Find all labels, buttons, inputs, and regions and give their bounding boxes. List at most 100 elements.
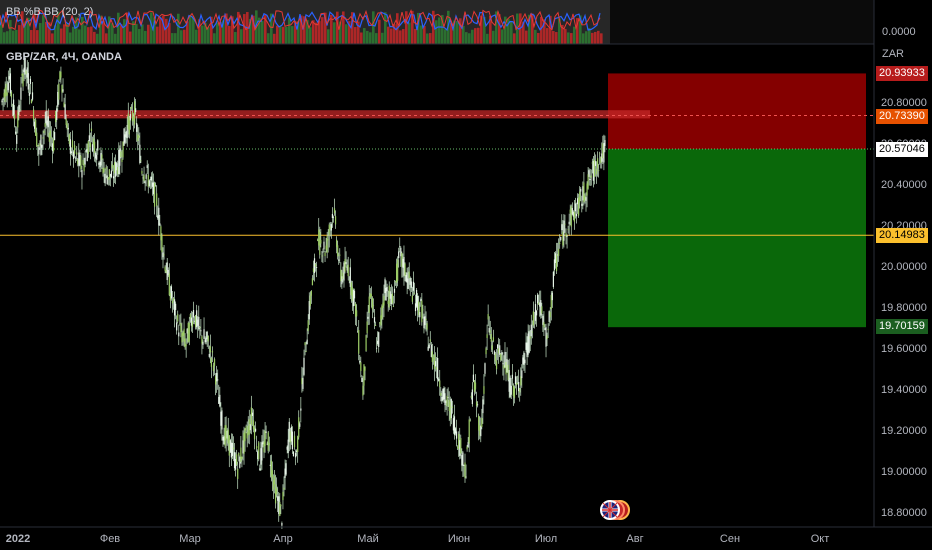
candle-body xyxy=(89,142,91,148)
candle-body xyxy=(282,491,284,501)
candle-body xyxy=(138,135,140,138)
price-tick-label: 19.80000 xyxy=(881,302,927,314)
stop-zone[interactable] xyxy=(608,149,866,328)
candle-body xyxy=(166,262,168,281)
candle-body xyxy=(468,419,470,444)
candle-body xyxy=(515,383,518,386)
candle-body xyxy=(182,331,184,336)
indicator-bar xyxy=(30,30,33,44)
candle-body xyxy=(347,264,349,277)
time-tick-label: Апр xyxy=(273,533,292,545)
candle-body xyxy=(192,310,195,318)
candle-body xyxy=(480,426,482,437)
indicator-bar xyxy=(381,32,384,44)
candle-body xyxy=(541,306,543,314)
candle-body xyxy=(467,442,469,448)
candle-body xyxy=(502,363,504,365)
candle-body xyxy=(61,85,63,93)
candle-body xyxy=(406,272,408,283)
symbol-legend[interactable]: GBP/ZAR, 4Ч, OANDA xyxy=(6,51,122,63)
candle-body xyxy=(447,397,449,398)
candle-body xyxy=(517,383,519,385)
candle-body xyxy=(223,436,225,445)
candle-body xyxy=(423,316,425,329)
candle-body xyxy=(328,224,330,236)
candle-body xyxy=(388,285,390,308)
candle-body xyxy=(200,330,202,332)
candle-body xyxy=(500,353,502,361)
candle-body xyxy=(176,322,178,331)
candle-body xyxy=(419,312,421,318)
candle-body xyxy=(104,173,106,184)
candle-body xyxy=(410,281,412,288)
indicator-bar xyxy=(15,29,18,44)
candle-body xyxy=(498,348,500,354)
candle-body xyxy=(85,149,87,152)
candle-body xyxy=(489,330,491,333)
candle-body xyxy=(432,358,435,360)
candle-body xyxy=(256,446,258,449)
candle-body xyxy=(146,165,148,169)
candle-body xyxy=(374,324,377,326)
candle-body xyxy=(201,336,203,344)
candle-body xyxy=(57,91,59,107)
candle-body xyxy=(218,396,220,404)
indicator-bar xyxy=(423,26,426,44)
candle-body xyxy=(457,446,459,449)
candle-body xyxy=(158,207,160,226)
indicator-bar xyxy=(459,18,462,44)
chart-canvas[interactable]: 20.8000020.6000020.4000020.2000020.00000… xyxy=(0,0,932,550)
candle-body xyxy=(539,302,541,307)
candle-body xyxy=(50,137,53,139)
candle-body xyxy=(144,181,146,184)
indicator-pane[interactable] xyxy=(0,0,874,45)
candle-body xyxy=(264,430,266,446)
candle-body xyxy=(164,266,166,271)
candle-body xyxy=(490,334,492,342)
candle-body xyxy=(189,314,191,319)
candle-body xyxy=(265,431,267,433)
resistance-band[interactable] xyxy=(0,110,650,119)
candle-body xyxy=(38,147,40,155)
indicator-bar xyxy=(141,24,144,44)
candle-body xyxy=(487,314,489,320)
time-tick-label: Май xyxy=(357,533,379,545)
indicator-bar xyxy=(129,31,132,44)
candle-body xyxy=(92,138,95,146)
indicator-bar xyxy=(195,29,198,44)
symbol-title: GBP/ZAR, 4Ч, OANDA xyxy=(6,51,122,63)
candle-body xyxy=(527,333,529,355)
candle-body xyxy=(30,99,33,104)
candle-body xyxy=(49,130,52,137)
candle-body xyxy=(90,128,93,131)
indicator-legend[interactable]: BB %B BB (20, 2) xyxy=(6,6,93,18)
candle-body xyxy=(257,451,259,460)
candle-body xyxy=(316,267,318,268)
candle-body xyxy=(62,89,64,92)
indicator-bar xyxy=(372,11,375,45)
candle-body xyxy=(124,134,126,143)
candle-body xyxy=(449,401,451,420)
candle-body xyxy=(393,288,396,293)
candle-body xyxy=(340,269,342,282)
candle-body xyxy=(537,294,539,304)
candle-body xyxy=(569,209,571,214)
candle-body xyxy=(409,278,411,285)
candle-body xyxy=(382,302,384,308)
candle-body xyxy=(441,396,443,402)
indicator-bar xyxy=(525,30,528,44)
candle-body xyxy=(482,399,484,414)
candle-body xyxy=(70,151,73,154)
currency-flags[interactable] xyxy=(600,500,636,524)
candle-body xyxy=(4,87,6,102)
candle-body xyxy=(499,345,501,355)
candle-body xyxy=(378,332,380,347)
candle-body xyxy=(494,353,497,362)
indicator-bar xyxy=(600,33,603,44)
price-tick-label: 19.00000 xyxy=(881,466,927,478)
candle-body xyxy=(417,295,419,311)
candle-body xyxy=(65,118,67,126)
candle-body xyxy=(202,341,204,345)
candle-body xyxy=(377,340,379,344)
candle-body xyxy=(306,339,308,345)
